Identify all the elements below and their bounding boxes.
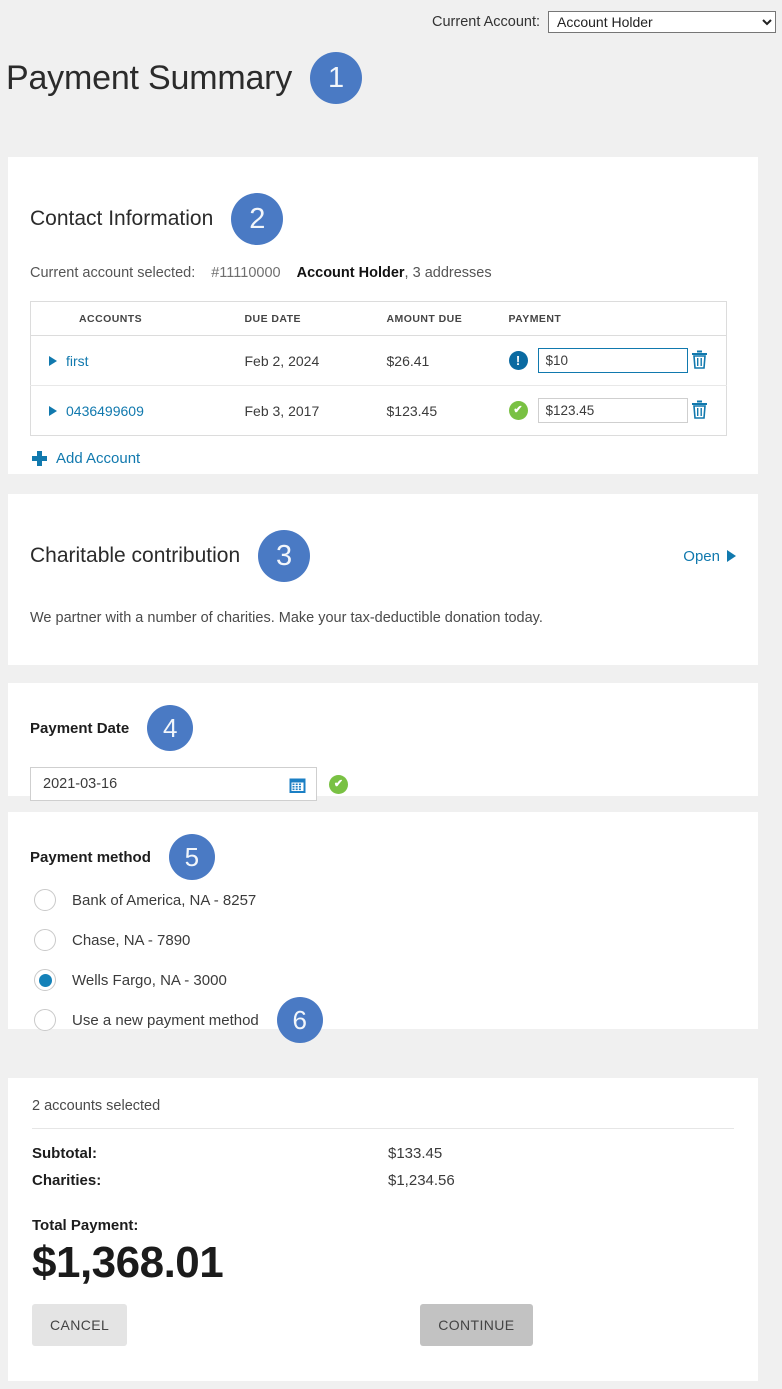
total-payment-label: Total Payment: — [32, 1217, 139, 1234]
due-date-value: Feb 2, 2024 — [240, 335, 381, 386]
table-row: 0436499609 Feb 3, 2017 $123.45 ✔ — [31, 386, 727, 436]
charitable-contribution-header: Charitable contribution 3 Open — [8, 530, 758, 582]
account-cell: 0436499609 — [49, 403, 241, 419]
subtotal-value: $133.45 — [388, 1145, 443, 1162]
payment-amount-input[interactable] — [537, 398, 688, 423]
payment-date-card: Payment Date 4 2021-03-16 ✔ — [8, 683, 758, 801]
payment-cell: ✔ — [508, 398, 691, 423]
payment-method-label: Chase, NA - 7890 — [72, 931, 191, 949]
plus-icon — [32, 451, 47, 466]
callout-badge-2: 2 — [231, 193, 284, 245]
payment-date-value: 2021-03-16 — [43, 776, 118, 792]
delete-row-icon[interactable] — [691, 350, 708, 372]
total-payment-value: $1,368.01 — [32, 1238, 224, 1287]
status-warning-icon: ! — [508, 351, 528, 370]
callout-badge-5: 5 — [168, 834, 215, 880]
column-header-delete — [690, 301, 727, 336]
action-buttons-row: CANCEL CONTINUE — [8, 1304, 758, 1346]
selected-account-holder: Account Holder — [296, 265, 405, 281]
charitable-contribution-card: Charitable contribution 3 Open We partne… — [8, 494, 758, 665]
callout-badge-4: 4 — [147, 705, 194, 751]
chevron-right-icon — [727, 550, 736, 562]
amount-due-value: $123.45 — [386, 402, 438, 419]
accounts-selected-count: 2 accounts selected — [32, 1098, 161, 1114]
charities-label: Charities: — [32, 1172, 102, 1189]
subtotal-label: Subtotal: — [32, 1145, 97, 1162]
account-cell: first — [49, 353, 241, 369]
selected-account-line: Current account selected: #11110000 Accoun… — [8, 265, 758, 281]
current-account-bar: Current Account: Account Holder — [0, 0, 782, 34]
selected-account-addresses: , 3 addresses — [404, 265, 492, 281]
continue-button[interactable]: CONTINUE — [420, 1304, 533, 1346]
page-title-row: Payment Summary 1 — [0, 34, 782, 108]
status-valid-icon: ✔ — [508, 401, 528, 420]
column-header-amount-due: AMOUNT DUE — [380, 301, 501, 336]
payment-method-option-bank-of-america[interactable]: Bank of America, NA - 8257 — [34, 880, 758, 920]
open-charity-label: Open — [683, 547, 720, 565]
selected-account-label: Current account selected: — [30, 265, 196, 281]
expand-caret-icon[interactable] — [49, 405, 57, 416]
account-link[interactable]: first — [66, 353, 89, 369]
payment-method-card: Payment method 5 Bank of America, NA - 8… — [8, 812, 758, 1043]
payment-method-option-chase[interactable]: Chase, NA - 7890 — [34, 920, 758, 960]
accounts-table-header-row: ACCOUNTS DUE DATE AMOUNT DUE PAYMENT — [30, 301, 727, 336]
cancel-button[interactable]: CANCEL — [32, 1304, 128, 1346]
payment-date-header: Payment Date 4 — [8, 705, 758, 751]
expand-caret-icon[interactable] — [49, 355, 57, 366]
totals-divider — [32, 1128, 734, 1129]
accounts-table-wrap: ACCOUNTS DUE DATE AMOUNT DUE PAYMENT fir… — [30, 301, 740, 436]
due-date-value: Feb 3, 2017 — [244, 402, 320, 419]
payment-method-option-wells-fargo[interactable]: Wells Fargo, NA - 3000 — [34, 960, 758, 1000]
selected-account-number: #11110000 — [211, 265, 281, 281]
calendar-icon[interactable] — [289, 777, 306, 799]
payment-date-row: 2021-03-16 ✔ — [30, 767, 758, 801]
column-header-accounts: ACCOUNTS — [30, 301, 241, 336]
contact-information-card: Contact Information 2 Current account se… — [8, 157, 758, 474]
payment-method-option-new[interactable]: Use a new payment method 6 — [34, 997, 758, 1043]
payment-method-title: Payment method — [30, 848, 151, 866]
radio-button[interactable] — [34, 929, 56, 951]
charities-row: Charities: $1,234.56 — [8, 1172, 758, 1189]
column-header-due-date: DUE DATE — [240, 301, 381, 336]
radio-button-selected[interactable] — [34, 969, 56, 991]
payment-date-valid-icon: ✔ — [329, 774, 348, 794]
payment-amount-input[interactable] — [537, 348, 688, 373]
payment-method-label: Use a new payment method — [72, 1011, 259, 1029]
column-header-payment: PAYMENT — [500, 301, 691, 336]
radio-button[interactable] — [34, 1009, 56, 1031]
charities-value: $1,234.56 — [388, 1172, 455, 1189]
accounts-table: ACCOUNTS DUE DATE AMOUNT DUE PAYMENT fir… — [30, 301, 727, 436]
payment-date-field[interactable]: 2021-03-16 — [30, 767, 317, 801]
callout-badge-1: 1 — [310, 52, 363, 104]
charitable-contribution-title: Charitable contribution — [30, 544, 241, 567]
current-account-select[interactable]: Account Holder — [548, 11, 776, 33]
contact-information-title: Contact Information — [30, 207, 214, 230]
open-charity-link[interactable]: Open — [683, 548, 736, 565]
callout-badge-3: 3 — [258, 530, 311, 582]
add-account-label: Add Account — [56, 450, 141, 467]
payment-method-header: Payment method 5 — [8, 834, 758, 880]
current-account-label: Current Account: — [432, 14, 540, 30]
account-link[interactable]: 0436499609 — [66, 403, 144, 419]
add-account-button[interactable]: Add Account — [32, 450, 758, 467]
payment-cell: ! — [508, 348, 691, 373]
amount-due-value: $26.41 — [380, 335, 501, 386]
page-title: Payment Summary — [6, 58, 293, 97]
contact-information-header: Contact Information 2 — [8, 193, 758, 245]
payment-date-title: Payment Date — [30, 719, 130, 737]
totals-card: 2 accounts selected Subtotal: $133.45 Ch… — [8, 1078, 758, 1381]
callout-badge-6: 6 — [276, 997, 323, 1043]
payment-method-label: Wells Fargo, NA - 3000 — [72, 971, 227, 989]
payment-summary-page: Current Account: Account Holder Payment … — [0, 0, 782, 1389]
subtotal-row: Subtotal: $133.45 — [8, 1145, 758, 1162]
payment-method-label: Bank of America, NA - 8257 — [72, 891, 257, 909]
radio-button[interactable] — [34, 889, 56, 911]
delete-row-icon[interactable] — [691, 400, 708, 422]
charitable-contribution-description: We partner with a number of charities. M… — [30, 610, 543, 626]
table-row: first Feb 2, 2024 $26.41 ! — [30, 335, 727, 386]
